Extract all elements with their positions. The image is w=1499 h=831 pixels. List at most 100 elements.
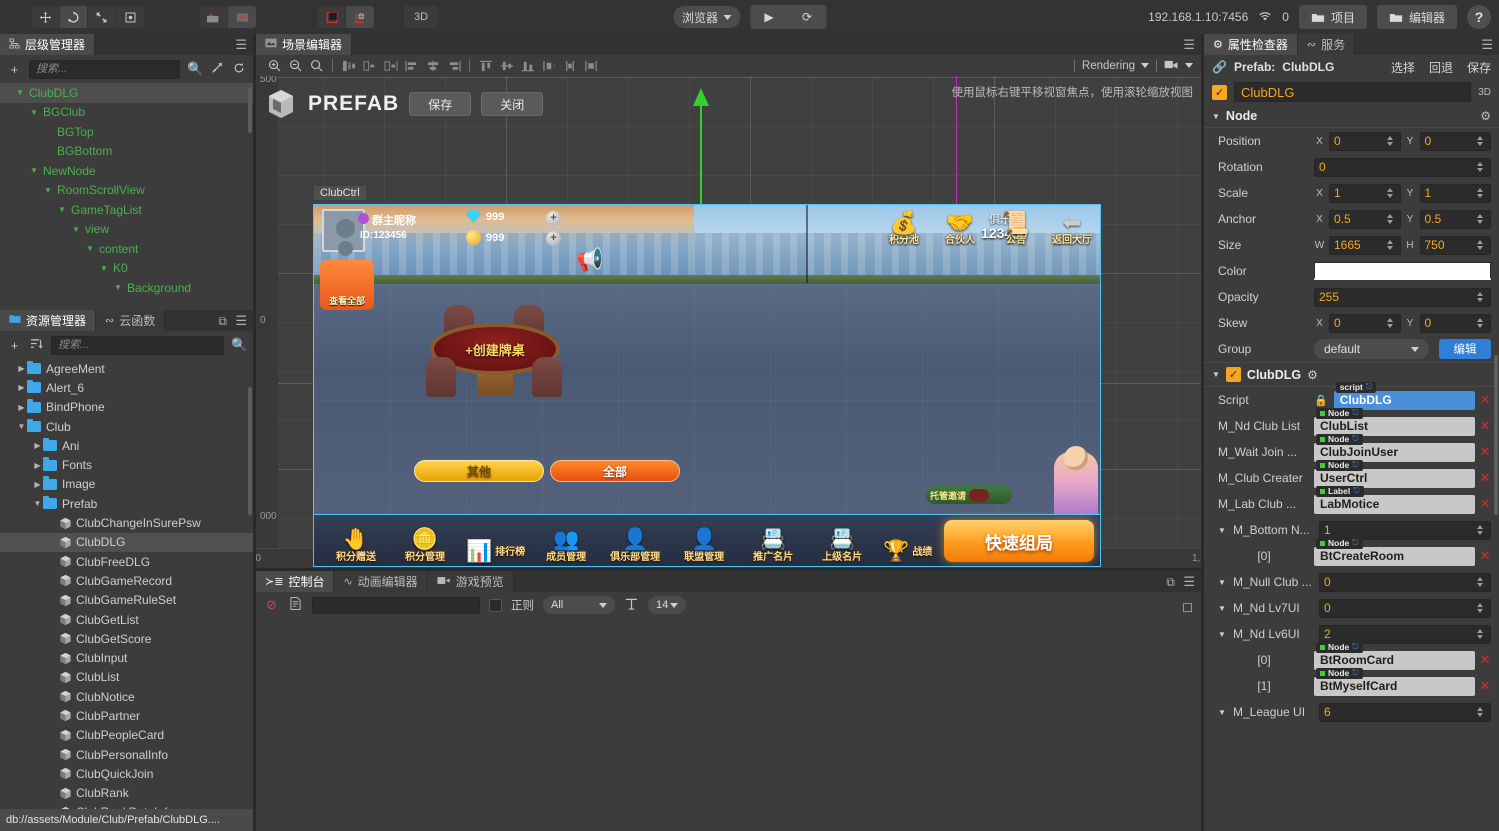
local-coord-tool[interactable]	[318, 6, 346, 28]
console-copy-button[interactable]: ⧉	[1166, 575, 1175, 590]
chevron-right-icon[interactable]: ▶	[16, 403, 27, 412]
notice-button[interactable]: 📜公告	[994, 211, 1038, 246]
distribute-both-icon[interactable]	[580, 57, 601, 75]
asset-item-clubdlg[interactable]: ClubDLG	[0, 533, 253, 552]
regex-checkbox[interactable]	[489, 599, 502, 612]
back-lobby-button[interactable]: ⬅返回大厅	[1050, 211, 1094, 246]
hierarchy-node-k0[interactable]: ▼K0	[0, 259, 253, 279]
chevron-down-icon[interactable]: ▼	[16, 422, 27, 431]
move-tool[interactable]	[32, 6, 60, 28]
help-button[interactable]: ?	[1467, 5, 1491, 29]
stepper[interactable]	[1474, 162, 1486, 172]
hierarchy-node-view[interactable]: ▼view	[0, 220, 253, 240]
game-tab-全部[interactable]: 全部	[550, 460, 680, 482]
chevron-down-icon[interactable]: ▼	[1218, 578, 1229, 587]
position-x-input[interactable]: 0	[1329, 132, 1401, 151]
chevron-down-icon[interactable]: ▼	[112, 283, 124, 292]
asset-item-clubchangeinsurepsw[interactable]: ClubChangeInSurePsw	[0, 513, 253, 532]
rank-button[interactable]: 📊排行榜	[466, 540, 525, 563]
asset-item-clubgetscore[interactable]: ClubGetScore	[0, 629, 253, 648]
refresh-icon[interactable]	[231, 62, 246, 77]
inspector-menu-button[interactable]: ☰	[1481, 37, 1493, 53]
assets-copy-button[interactable]: ⧉	[218, 314, 227, 329]
stepper[interactable]	[1384, 188, 1396, 198]
open-link-icon[interactable]: ⎋	[1352, 460, 1358, 470]
hierarchy-node-bgtop[interactable]: BGTop	[0, 122, 253, 142]
score-pool-button[interactable]: 💰积分池	[882, 211, 926, 246]
clear-reference-button[interactable]: ✕	[1479, 470, 1491, 486]
chevron-down-icon[interactable]: ▼	[1218, 630, 1229, 639]
chevron-right-icon[interactable]: ▶	[16, 364, 27, 373]
score-gift-button[interactable]: 🤚积分赠送	[328, 528, 384, 563]
asset-item-clubnotice[interactable]: ClubNotice	[0, 687, 253, 706]
asset-item-clubpersonalinfo[interactable]: ClubPersonalInfo	[0, 745, 253, 764]
open-link-icon[interactable]: ⎋	[1352, 538, 1358, 548]
tab-cloud-functions[interactable]: ∾ 云函数	[96, 310, 165, 331]
tab-services[interactable]: ∾ 服务	[1298, 34, 1355, 55]
chevron-down-icon[interactable]: ▼	[1212, 112, 1220, 121]
align-right-icon[interactable]	[380, 57, 401, 75]
console-filter-input[interactable]	[312, 597, 480, 614]
tab-game-preview[interactable]: 游戏预览	[428, 571, 514, 592]
rotation-input[interactable]: 0	[1314, 158, 1491, 177]
asset-item-club[interactable]: ▼Club	[0, 417, 253, 436]
stepper[interactable]	[1474, 214, 1486, 224]
open-link-icon[interactable]: ⎋	[1352, 642, 1358, 652]
stepper[interactable]	[1474, 188, 1486, 198]
zoom-out-icon[interactable]	[285, 57, 306, 75]
pivot-tool[interactable]	[200, 6, 228, 28]
asset-item-alert_6[interactable]: ▶Alert_6	[0, 378, 253, 397]
asset-item-fonts[interactable]: ▶Fonts	[0, 455, 253, 474]
position-y-input[interactable]: 0	[1420, 132, 1492, 151]
fast-match-button[interactable]: 快速组局	[944, 520, 1094, 562]
asset-item-ani[interactable]: ▶Ani	[0, 436, 253, 455]
align-bottom-icon[interactable]	[517, 57, 538, 75]
anchor-y-input[interactable]: 0.5	[1420, 210, 1492, 229]
project-button[interactable]: 项目	[1299, 5, 1367, 29]
hierarchy-tree[interactable]: ▼ClubDLG▼BGClubBGTopBGBottom▼NewNode▼Roo…	[0, 83, 253, 310]
open-link-icon[interactable]: ⎋	[1352, 408, 1358, 418]
stepper[interactable]	[1474, 603, 1486, 613]
asset-item-clublist[interactable]: ClubList	[0, 668, 253, 687]
chevron-down-icon[interactable]: ▼	[84, 244, 96, 253]
prefab-save-button[interactable]: 保存	[409, 92, 471, 116]
hierarchy-scrollbar[interactable]	[248, 88, 252, 133]
reference-field[interactable]: BtRoomCard	[1314, 651, 1475, 670]
assets-menu-button[interactable]: ☰	[235, 313, 247, 329]
reference-field[interactable]: ClubJoinUser	[1314, 443, 1475, 462]
stepper[interactable]	[1474, 577, 1486, 587]
add-node-button[interactable]: +	[7, 62, 22, 77]
tab-inspector[interactable]: ⚙ 属性检查器	[1204, 34, 1298, 55]
add-coin-button[interactable]: +	[546, 231, 561, 246]
hierarchy-node-clubdlg[interactable]: ▼ClubDLG	[0, 83, 253, 103]
stepper[interactable]	[1474, 292, 1486, 302]
hierarchy-node-newnode[interactable]: ▼NewNode	[0, 161, 253, 181]
reference-field[interactable]: BtMyselfCard	[1314, 677, 1475, 696]
prefab-revert-button[interactable]: 回退	[1429, 59, 1453, 76]
stepper[interactable]	[1384, 318, 1396, 328]
stepper[interactable]	[1384, 136, 1396, 146]
search-icon[interactable]: 🔍	[187, 61, 202, 77]
tab-assets[interactable]: 资源管理器	[0, 310, 96, 331]
zoom-in-icon[interactable]	[264, 57, 285, 75]
clear-icon[interactable]: ⊘	[264, 597, 279, 613]
tab-hierarchy[interactable]: 层级管理器	[0, 34, 95, 55]
reference-field[interactable]: UserCtrl	[1314, 469, 1475, 488]
skew-x-input[interactable]: 0	[1329, 314, 1401, 333]
node-section-gear-icon[interactable]: ⚙	[1480, 109, 1491, 123]
trophy-button[interactable]: 🏆战绩	[883, 540, 932, 563]
asset-item-clubpartner[interactable]: ClubPartner	[0, 706, 253, 725]
chevron-right-icon[interactable]: ▶	[16, 383, 27, 392]
chevron-down-icon[interactable]: ▼	[1218, 526, 1229, 535]
clear-reference-button[interactable]: ✕	[1479, 444, 1491, 460]
chevron-down-icon[interactable]: ▼	[1218, 604, 1229, 613]
stepper[interactable]	[1384, 214, 1396, 224]
opacity-input[interactable]: 255	[1314, 288, 1491, 307]
stepper[interactable]	[1474, 136, 1486, 146]
toggle-knob[interactable]	[969, 489, 989, 502]
asset-item-image[interactable]: ▶Image	[0, 475, 253, 494]
rendering-label[interactable]: Rendering	[1082, 60, 1135, 72]
console-expand-button[interactable]: ☐	[1182, 601, 1193, 615]
play-button[interactable]: ▶	[750, 5, 788, 29]
clear-reference-button[interactable]: ✕	[1479, 678, 1491, 694]
